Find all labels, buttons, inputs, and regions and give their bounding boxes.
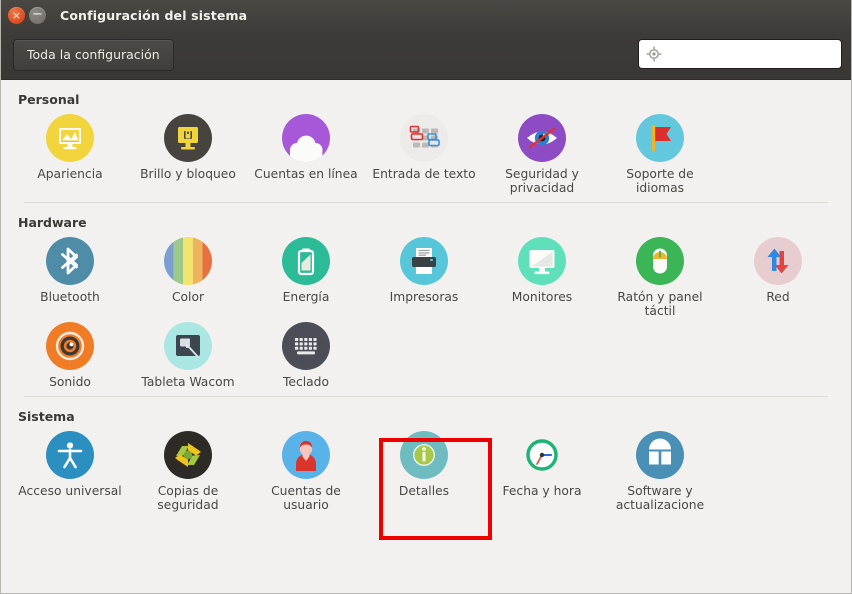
settings-item-copias-de-seguridad[interactable]: Copias de seguridad — [129, 427, 247, 512]
settings-item-energia[interactable]: Energía — [247, 233, 365, 318]
network-icon — [754, 237, 802, 285]
backups-icon — [164, 431, 212, 479]
close-window-button[interactable]: × — [8, 6, 25, 24]
settings-item-tableta-wacom[interactable]: Tableta Wacom — [129, 318, 247, 389]
settings-item-detalles[interactable]: Detalles — [365, 427, 483, 512]
settings-item-bluetooth[interactable]: Bluetooth — [11, 233, 129, 318]
minimize-window-button[interactable]: − — [29, 6, 46, 24]
section-personal: Personal Apariencia Brillo y bloqueo Cue… — [11, 80, 841, 203]
section-sistema: Sistema Acceso universal Copias de segur… — [11, 397, 841, 540]
grid-personal: Apariencia Brillo y bloqueo Cuentas en l… — [11, 110, 841, 195]
date-time-icon — [518, 431, 566, 479]
settings-item-label: Energía — [282, 290, 330, 304]
settings-item-label: Bluetooth — [40, 290, 100, 304]
settings-item-red[interactable]: Red — [719, 233, 837, 318]
user-accounts-icon — [282, 431, 330, 479]
settings-item-fecha-y-hora[interactable]: Fecha y hora — [483, 427, 601, 512]
settings-item-label: Sonido — [49, 375, 91, 389]
displays-icon — [518, 237, 566, 285]
settings-item-label: Detalles — [398, 484, 450, 498]
settings-item-label: Acceso universal — [18, 484, 122, 498]
settings-item-impresoras[interactable]: Impresoras — [365, 233, 483, 318]
settings-item-label: Soporte de idiomas — [626, 167, 694, 195]
security-privacy-icon — [518, 114, 566, 162]
settings-item-software-y-actualizaciones[interactable]: Software y actualizacione — [601, 427, 719, 512]
settings-item-teclado[interactable]: Teclado — [247, 318, 365, 389]
section-title-personal: Personal — [18, 92, 80, 107]
settings-item-acceso-universal[interactable]: Acceso universal — [11, 427, 129, 512]
software-updates-icon — [636, 431, 684, 479]
mouse-touchpad-icon — [636, 237, 684, 285]
settings-item-label: Copias de seguridad — [157, 484, 219, 512]
close-icon: × — [11, 8, 22, 22]
system-settings-window: × − Configuración del sistema Toda la co… — [0, 0, 852, 594]
printers-icon — [400, 237, 448, 285]
wacom-tablet-icon — [164, 322, 212, 370]
minimize-icon: − — [32, 6, 43, 22]
settings-item-cuentas-de-usuario[interactable]: Cuentas de usuario — [247, 427, 365, 512]
settings-item-apariencia[interactable]: Apariencia — [11, 110, 129, 195]
settings-item-soporte-de-idiomas[interactable]: Soporte de idiomas — [601, 110, 719, 195]
grid-sistema: Acceso universal Copias de seguridad Cue… — [11, 427, 841, 540]
settings-item-label: Color — [171, 290, 205, 304]
toolbar: Toda la configuración — [1, 30, 851, 80]
settings-item-brillo-y-bloqueo[interactable]: Brillo y bloqueo — [129, 110, 247, 195]
text-entry-icon — [400, 114, 448, 162]
all-settings-label: Toda la configuración — [27, 47, 160, 62]
settings-item-label: Impresoras — [389, 290, 459, 304]
settings-item-color[interactable]: Color — [129, 233, 247, 318]
all-settings-button[interactable]: Toda la configuración — [13, 38, 174, 71]
language-support-icon — [636, 114, 684, 162]
grid-hardware: Bluetooth Color Energía Impresoras Monit… — [11, 233, 841, 389]
keyboard-icon — [282, 322, 330, 370]
section-hardware: Hardware Bluetooth Color Energía Impreso… — [11, 203, 841, 397]
settings-item-raton-y-panel-tactil[interactable]: Ratón y panel táctil — [601, 233, 719, 318]
brightness-lock-icon — [164, 114, 212, 162]
search-box[interactable] — [638, 39, 842, 69]
settings-item-label: Cuentas en línea — [254, 167, 358, 181]
window-title: Configuración del sistema — [60, 7, 248, 23]
settings-item-label: Fecha y hora — [502, 484, 582, 498]
settings-item-label: Monitores — [511, 290, 573, 304]
section-title-sistema: Sistema — [18, 409, 75, 424]
titlebar: × − Configuración del sistema — [1, 0, 851, 30]
target-search-icon — [646, 46, 662, 62]
settings-item-entrada-de-texto[interactable]: Entrada de texto — [365, 110, 483, 195]
settings-item-label: Seguridad y privacidad — [505, 167, 579, 195]
sound-icon — [46, 322, 94, 370]
settings-item-label: Ratón y panel táctil — [617, 290, 703, 318]
settings-item-label: Software y actualizacione — [615, 484, 705, 512]
appearance-icon — [46, 114, 94, 162]
settings-item-label: Apariencia — [37, 167, 103, 181]
details-icon — [400, 431, 448, 479]
settings-item-seguridad-y-privacidad[interactable]: Seguridad y privacidad — [483, 110, 601, 195]
settings-item-label: Tableta Wacom — [141, 375, 235, 389]
bluetooth-icon — [46, 237, 94, 285]
color-icon — [164, 237, 212, 285]
settings-item-label: Teclado — [282, 375, 330, 389]
settings-item-label: Brillo y bloqueo — [140, 167, 236, 181]
universal-access-icon — [46, 431, 94, 479]
section-title-hardware: Hardware — [18, 215, 87, 230]
settings-item-sonido[interactable]: Sonido — [11, 318, 129, 389]
settings-content: Personal Apariencia Brillo y bloqueo Cue… — [1, 80, 851, 593]
search-input[interactable] — [668, 45, 832, 63]
power-icon — [282, 237, 330, 285]
settings-item-cuentas-en-linea[interactable]: Cuentas en línea — [247, 110, 365, 195]
settings-item-label: Red — [766, 290, 790, 304]
settings-item-label: Entrada de texto — [372, 167, 476, 181]
online-accounts-icon — [282, 114, 330, 162]
settings-item-label: Cuentas de usuario — [271, 484, 341, 512]
settings-item-monitores[interactable]: Monitores — [483, 233, 601, 318]
